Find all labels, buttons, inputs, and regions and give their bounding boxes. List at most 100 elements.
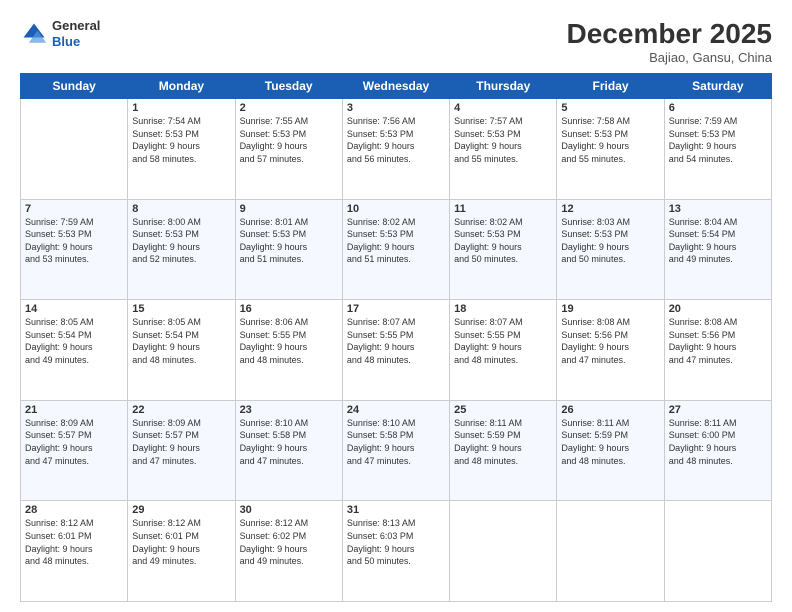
logo-general-text: General	[52, 18, 100, 34]
day-number: 22	[132, 404, 230, 416]
col-header-saturday: Saturday	[664, 74, 771, 99]
col-header-thursday: Thursday	[450, 74, 557, 99]
calendar: SundayMondayTuesdayWednesdayThursdayFrid…	[20, 73, 772, 602]
day-info: Sunrise: 8:03 AM Sunset: 5:53 PM Dayligh…	[561, 216, 659, 266]
day-number: 25	[454, 404, 552, 416]
day-number: 10	[347, 203, 445, 215]
calendar-cell: 2Sunrise: 7:55 AM Sunset: 5:53 PM Daylig…	[235, 99, 342, 200]
day-info: Sunrise: 8:05 AM Sunset: 5:54 PM Dayligh…	[25, 316, 123, 366]
day-info: Sunrise: 8:11 AM Sunset: 5:59 PM Dayligh…	[454, 417, 552, 467]
day-info: Sunrise: 8:10 AM Sunset: 5:58 PM Dayligh…	[240, 417, 338, 467]
day-info: Sunrise: 8:08 AM Sunset: 5:56 PM Dayligh…	[669, 316, 767, 366]
day-info: Sunrise: 8:00 AM Sunset: 5:53 PM Dayligh…	[132, 216, 230, 266]
calendar-cell	[664, 501, 771, 602]
day-number: 4	[454, 102, 552, 114]
month-title: December 2025	[567, 18, 772, 50]
day-info: Sunrise: 7:56 AM Sunset: 5:53 PM Dayligh…	[347, 115, 445, 165]
calendar-cell: 6Sunrise: 7:59 AM Sunset: 5:53 PM Daylig…	[664, 99, 771, 200]
day-info: Sunrise: 8:05 AM Sunset: 5:54 PM Dayligh…	[132, 316, 230, 366]
calendar-cell: 5Sunrise: 7:58 AM Sunset: 5:53 PM Daylig…	[557, 99, 664, 200]
week-row-2: 14Sunrise: 8:05 AM Sunset: 5:54 PM Dayli…	[21, 300, 772, 401]
logo-blue-text: Blue	[52, 34, 100, 50]
day-number: 26	[561, 404, 659, 416]
week-row-3: 21Sunrise: 8:09 AM Sunset: 5:57 PM Dayli…	[21, 400, 772, 501]
calendar-cell: 18Sunrise: 8:07 AM Sunset: 5:55 PM Dayli…	[450, 300, 557, 401]
calendar-cell: 25Sunrise: 8:11 AM Sunset: 5:59 PM Dayli…	[450, 400, 557, 501]
day-number: 23	[240, 404, 338, 416]
day-info: Sunrise: 7:55 AM Sunset: 5:53 PM Dayligh…	[240, 115, 338, 165]
day-info: Sunrise: 8:09 AM Sunset: 5:57 PM Dayligh…	[132, 417, 230, 467]
day-number: 31	[347, 504, 445, 516]
page: General Blue December 2025 Bajiao, Gansu…	[0, 0, 792, 612]
col-header-friday: Friday	[557, 74, 664, 99]
day-number: 2	[240, 102, 338, 114]
day-info: Sunrise: 8:04 AM Sunset: 5:54 PM Dayligh…	[669, 216, 767, 266]
day-number: 15	[132, 303, 230, 315]
calendar-cell: 1Sunrise: 7:54 AM Sunset: 5:53 PM Daylig…	[128, 99, 235, 200]
calendar-cell	[557, 501, 664, 602]
day-info: Sunrise: 8:12 AM Sunset: 6:02 PM Dayligh…	[240, 517, 338, 567]
calendar-cell: 13Sunrise: 8:04 AM Sunset: 5:54 PM Dayli…	[664, 199, 771, 300]
day-info: Sunrise: 7:58 AM Sunset: 5:53 PM Dayligh…	[561, 115, 659, 165]
calendar-cell: 9Sunrise: 8:01 AM Sunset: 5:53 PM Daylig…	[235, 199, 342, 300]
calendar-cell: 31Sunrise: 8:13 AM Sunset: 6:03 PM Dayli…	[342, 501, 449, 602]
calendar-header-row: SundayMondayTuesdayWednesdayThursdayFrid…	[21, 74, 772, 99]
calendar-cell: 3Sunrise: 7:56 AM Sunset: 5:53 PM Daylig…	[342, 99, 449, 200]
calendar-cell: 21Sunrise: 8:09 AM Sunset: 5:57 PM Dayli…	[21, 400, 128, 501]
calendar-cell: 16Sunrise: 8:06 AM Sunset: 5:55 PM Dayli…	[235, 300, 342, 401]
day-number: 21	[25, 404, 123, 416]
day-number: 8	[132, 203, 230, 215]
day-number: 18	[454, 303, 552, 315]
day-info: Sunrise: 8:07 AM Sunset: 5:55 PM Dayligh…	[347, 316, 445, 366]
day-info: Sunrise: 7:54 AM Sunset: 5:53 PM Dayligh…	[132, 115, 230, 165]
day-info: Sunrise: 8:10 AM Sunset: 5:58 PM Dayligh…	[347, 417, 445, 467]
day-info: Sunrise: 8:06 AM Sunset: 5:55 PM Dayligh…	[240, 316, 338, 366]
day-info: Sunrise: 8:02 AM Sunset: 5:53 PM Dayligh…	[347, 216, 445, 266]
location: Bajiao, Gansu, China	[567, 50, 772, 65]
calendar-cell: 24Sunrise: 8:10 AM Sunset: 5:58 PM Dayli…	[342, 400, 449, 501]
calendar-cell: 22Sunrise: 8:09 AM Sunset: 5:57 PM Dayli…	[128, 400, 235, 501]
day-info: Sunrise: 8:09 AM Sunset: 5:57 PM Dayligh…	[25, 417, 123, 467]
logo: General Blue	[20, 18, 100, 49]
calendar-cell: 11Sunrise: 8:02 AM Sunset: 5:53 PM Dayli…	[450, 199, 557, 300]
day-number: 5	[561, 102, 659, 114]
day-number: 7	[25, 203, 123, 215]
week-row-4: 28Sunrise: 8:12 AM Sunset: 6:01 PM Dayli…	[21, 501, 772, 602]
day-number: 12	[561, 203, 659, 215]
calendar-cell: 14Sunrise: 8:05 AM Sunset: 5:54 PM Dayli…	[21, 300, 128, 401]
day-number: 20	[669, 303, 767, 315]
day-number: 30	[240, 504, 338, 516]
calendar-cell: 28Sunrise: 8:12 AM Sunset: 6:01 PM Dayli…	[21, 501, 128, 602]
calendar-cell	[21, 99, 128, 200]
logo-text: General Blue	[52, 18, 100, 49]
day-number: 6	[669, 102, 767, 114]
day-info: Sunrise: 8:12 AM Sunset: 6:01 PM Dayligh…	[25, 517, 123, 567]
day-number: 3	[347, 102, 445, 114]
calendar-cell: 10Sunrise: 8:02 AM Sunset: 5:53 PM Dayli…	[342, 199, 449, 300]
col-header-tuesday: Tuesday	[235, 74, 342, 99]
calendar-cell: 17Sunrise: 8:07 AM Sunset: 5:55 PM Dayli…	[342, 300, 449, 401]
calendar-cell: 23Sunrise: 8:10 AM Sunset: 5:58 PM Dayli…	[235, 400, 342, 501]
day-info: Sunrise: 8:01 AM Sunset: 5:53 PM Dayligh…	[240, 216, 338, 266]
day-number: 9	[240, 203, 338, 215]
calendar-cell: 19Sunrise: 8:08 AM Sunset: 5:56 PM Dayli…	[557, 300, 664, 401]
day-number: 27	[669, 404, 767, 416]
day-info: Sunrise: 7:59 AM Sunset: 5:53 PM Dayligh…	[669, 115, 767, 165]
calendar-cell: 20Sunrise: 8:08 AM Sunset: 5:56 PM Dayli…	[664, 300, 771, 401]
day-number: 17	[347, 303, 445, 315]
week-row-1: 7Sunrise: 7:59 AM Sunset: 5:53 PM Daylig…	[21, 199, 772, 300]
calendar-cell: 29Sunrise: 8:12 AM Sunset: 6:01 PM Dayli…	[128, 501, 235, 602]
day-info: Sunrise: 7:59 AM Sunset: 5:53 PM Dayligh…	[25, 216, 123, 266]
calendar-cell: 15Sunrise: 8:05 AM Sunset: 5:54 PM Dayli…	[128, 300, 235, 401]
day-info: Sunrise: 8:02 AM Sunset: 5:53 PM Dayligh…	[454, 216, 552, 266]
day-info: Sunrise: 8:12 AM Sunset: 6:01 PM Dayligh…	[132, 517, 230, 567]
calendar-cell: 7Sunrise: 7:59 AM Sunset: 5:53 PM Daylig…	[21, 199, 128, 300]
calendar-cell: 8Sunrise: 8:00 AM Sunset: 5:53 PM Daylig…	[128, 199, 235, 300]
col-header-wednesday: Wednesday	[342, 74, 449, 99]
day-number: 14	[25, 303, 123, 315]
col-header-monday: Monday	[128, 74, 235, 99]
header: General Blue December 2025 Bajiao, Gansu…	[20, 18, 772, 65]
logo-icon	[20, 20, 48, 48]
calendar-cell	[450, 501, 557, 602]
day-number: 1	[132, 102, 230, 114]
